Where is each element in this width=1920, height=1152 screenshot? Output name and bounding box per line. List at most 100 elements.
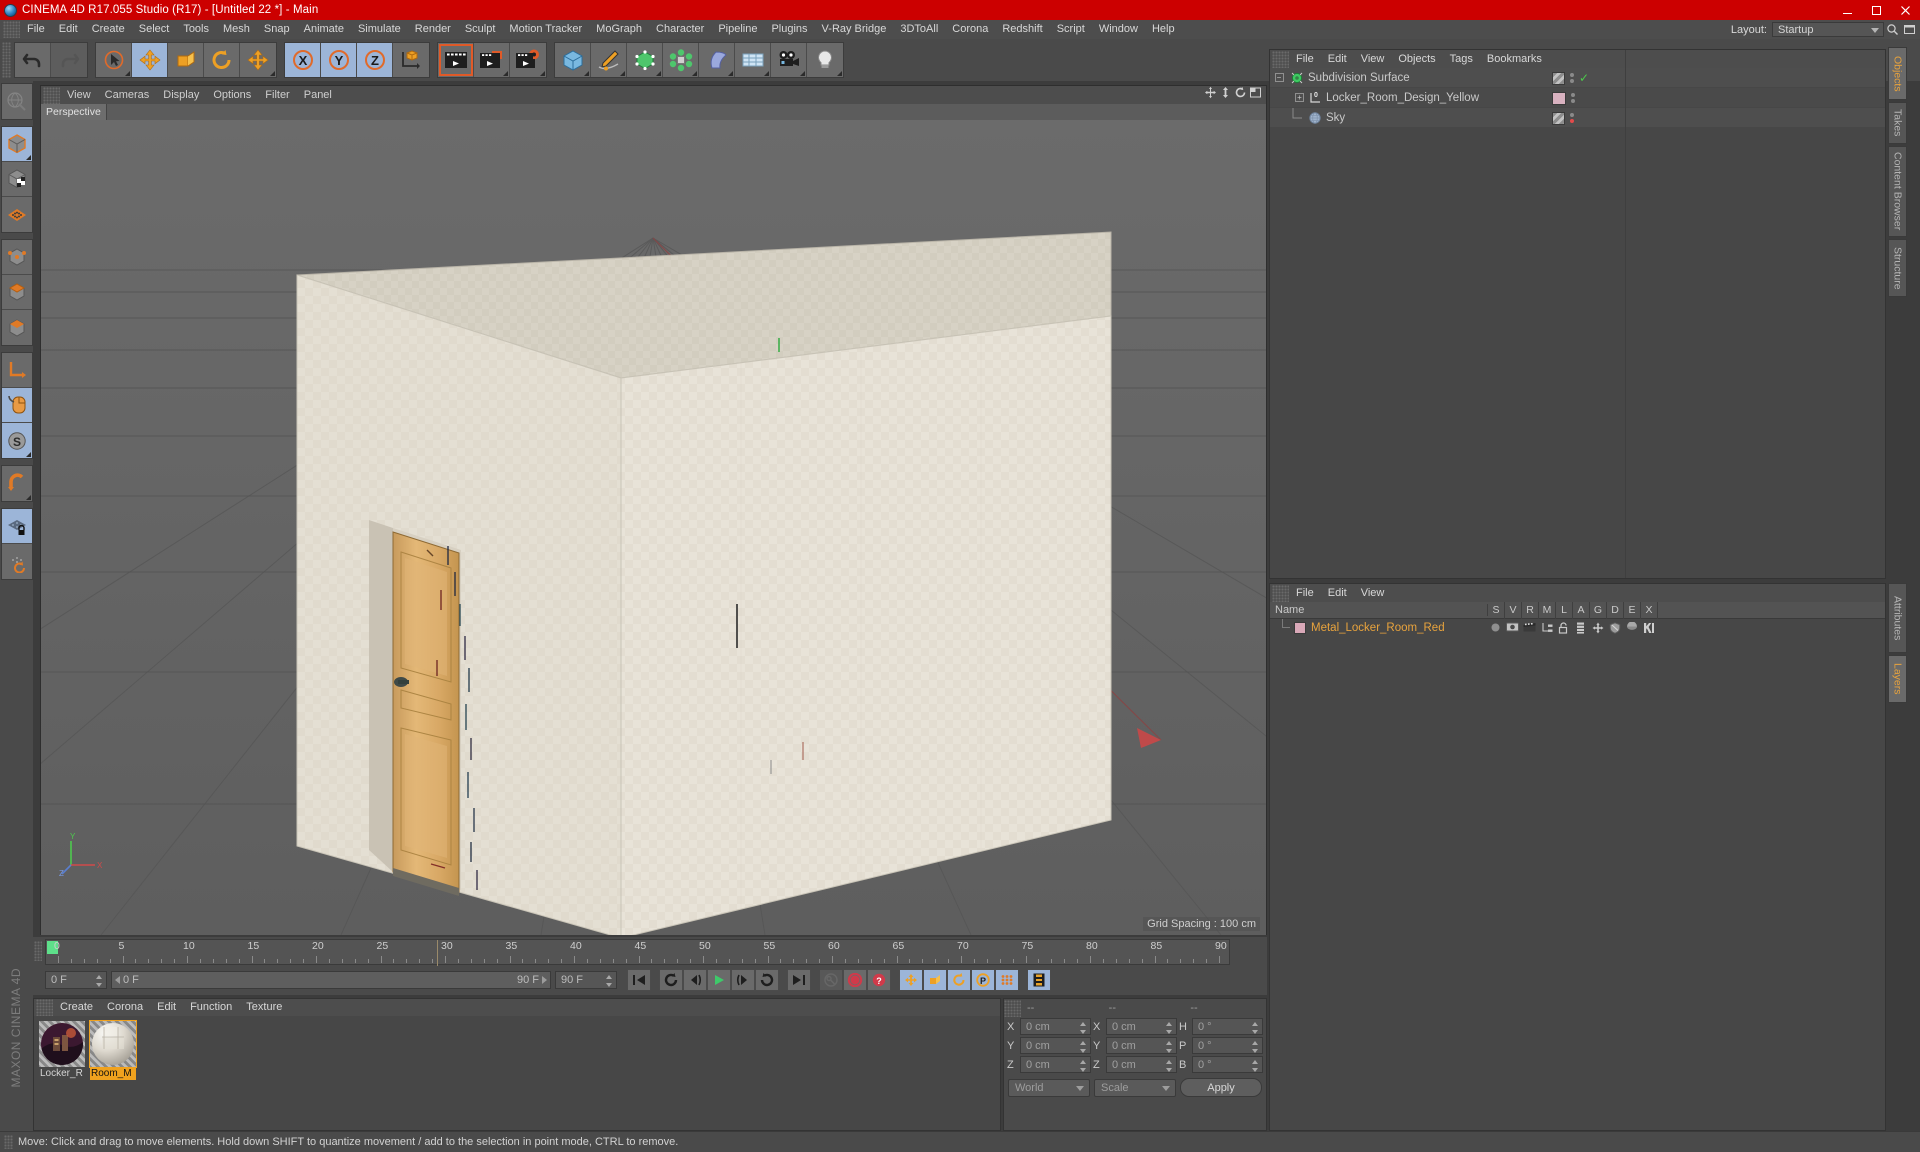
- menu-script[interactable]: Script: [1050, 21, 1092, 38]
- expand-icon[interactable]: +: [1295, 93, 1304, 102]
- menu-select[interactable]: Select: [132, 21, 177, 38]
- key-pointlevel-button[interactable]: [995, 968, 1019, 991]
- viewport-solo-button[interactable]: [1, 388, 32, 423]
- autokey-button[interactable]: [819, 968, 843, 991]
- column-header-x[interactable]: X: [1641, 601, 1658, 619]
- add-light-button[interactable]: [807, 43, 843, 77]
- minimize-icon[interactable]: [1833, 0, 1862, 20]
- key-scale-button[interactable]: [923, 968, 947, 991]
- column-header-l[interactable]: L: [1556, 601, 1573, 619]
- magnet-button[interactable]: [1, 466, 32, 501]
- object-row-locker-room-design-yellow[interactable]: + 0 Locker_Room_Design_Yellow: [1270, 88, 1885, 108]
- column-header-v[interactable]: V: [1505, 601, 1522, 619]
- go-to-end-button[interactable]: [787, 968, 811, 991]
- object-tag-area[interactable]: ✓: [1552, 68, 1589, 88]
- matman-menu-corona[interactable]: Corona: [100, 1000, 150, 1015]
- menu-snap[interactable]: Snap: [257, 21, 297, 38]
- tab-objects[interactable]: Objects: [1888, 47, 1907, 100]
- expander-cell[interactable]: −: [1270, 73, 1288, 82]
- expander-cell[interactable]: +: [1270, 93, 1306, 102]
- close-icon[interactable]: [1891, 0, 1920, 20]
- size-y-input[interactable]: 0 cm: [1106, 1037, 1177, 1054]
- model-mode-button[interactable]: [1, 127, 32, 162]
- size-y-stepper[interactable]: [1166, 1041, 1173, 1053]
- material-color-chip[interactable]: [1552, 91, 1566, 105]
- key-position-button[interactable]: [899, 968, 923, 991]
- texture-tag-icon[interactable]: [1552, 111, 1565, 125]
- column-header-m[interactable]: M: [1539, 601, 1556, 619]
- lock-z-button[interactable]: Z: [357, 43, 393, 77]
- undo-button[interactable]: [15, 43, 51, 77]
- pos-y-input[interactable]: 0 cm: [1020, 1037, 1091, 1054]
- clapper-icon[interactable]: [1522, 621, 1537, 635]
- play-forwards-button[interactable]: [755, 968, 779, 991]
- pos-x-input[interactable]: 0 cm: [1020, 1018, 1091, 1035]
- object-visibility-dots[interactable]: [1568, 73, 1576, 83]
- lock-x-button[interactable]: X: [285, 43, 321, 77]
- menu-3dtoall[interactable]: 3DToAll: [893, 21, 945, 38]
- size-x-input[interactable]: 0 cm: [1106, 1018, 1177, 1035]
- column-header-a[interactable]: A: [1573, 601, 1590, 619]
- rot-p-input[interactable]: 0 °: [1192, 1037, 1263, 1054]
- layer-row-name-cell[interactable]: Metal_Locker_Room_Red: [1270, 619, 1488, 636]
- layers-icon[interactable]: [1573, 621, 1588, 635]
- pos-y-stepper[interactable]: [1080, 1041, 1087, 1053]
- add-environment-button[interactable]: [735, 43, 771, 77]
- objman-menu-tags[interactable]: Tags: [1443, 52, 1480, 67]
- range-end-arrow-icon[interactable]: [542, 975, 547, 984]
- menu-create[interactable]: Create: [85, 21, 132, 38]
- menu-redshift[interactable]: Redshift: [995, 21, 1049, 38]
- menu-simulate[interactable]: Simulate: [351, 21, 408, 38]
- material-chip-locker[interactable]: Locker_R: [39, 1021, 85, 1125]
- menu-render[interactable]: Render: [408, 21, 458, 38]
- add-camera-button[interactable]: [771, 43, 807, 77]
- object-visibility-dots[interactable]: [1568, 113, 1576, 123]
- workplane-rotate-button[interactable]: [1, 544, 32, 579]
- pos-x-stepper[interactable]: [1080, 1022, 1087, 1034]
- menu-sculpt[interactable]: Sculpt: [458, 21, 503, 38]
- world-object-coordinate-button[interactable]: [393, 43, 429, 77]
- matman-menu-create[interactable]: Create: [53, 1000, 100, 1015]
- menu-mesh[interactable]: Mesh: [216, 21, 257, 38]
- tab-takes[interactable]: Takes: [1888, 101, 1907, 144]
- scale-tool-button[interactable]: [168, 43, 204, 77]
- sphere-icon[interactable]: [1488, 621, 1503, 635]
- object-tree[interactable]: − Subdivision Surface ✓ + 0 Locker_Room_…: [1270, 68, 1885, 128]
- texture-mode-button[interactable]: [1, 162, 32, 197]
- menu-window[interactable]: Window: [1092, 21, 1145, 38]
- previous-frame-button[interactable]: [683, 968, 707, 991]
- column-header-e[interactable]: E: [1624, 601, 1641, 619]
- move-tool-button[interactable]: [132, 43, 168, 77]
- mograph-icon[interactable]: [1641, 621, 1656, 635]
- make-editable-button[interactable]: [1, 84, 32, 119]
- texture-tag-icon[interactable]: [1552, 71, 1565, 85]
- menu-corona[interactable]: Corona: [945, 21, 995, 38]
- material-chip-room-metal[interactable]: Room_M: [89, 1020, 137, 1125]
- menu-edit[interactable]: Edit: [52, 21, 85, 38]
- current-frame-stepper[interactable]: [96, 974, 103, 987]
- timeline-ruler[interactable]: 0 5 10 15 20 25 30 35 40 45 50 55 60 65 70 75 80 85 90: [45, 939, 1230, 966]
- key-rotation-button[interactable]: [947, 968, 971, 991]
- redo-button[interactable]: [51, 43, 87, 77]
- shield-icon[interactable]: [1607, 621, 1622, 635]
- add-spline-button[interactable]: [591, 43, 627, 77]
- menu-help[interactable]: Help: [1145, 21, 1182, 38]
- play-backwards-button[interactable]: [659, 968, 683, 991]
- lock-workplane-button[interactable]: [1, 509, 32, 544]
- rot-p-stepper[interactable]: [1252, 1041, 1259, 1053]
- search-icon[interactable]: [1884, 21, 1901, 38]
- matman-menu-texture[interactable]: Texture: [239, 1000, 289, 1015]
- tab-content-browser[interactable]: Content Browser: [1888, 145, 1907, 238]
- range-start-arrow-icon[interactable]: [115, 975, 120, 984]
- tab-structure[interactable]: Structure: [1888, 239, 1907, 297]
- layerman-menu-file[interactable]: File: [1289, 586, 1321, 601]
- matman-menu-function[interactable]: Function: [183, 1000, 239, 1015]
- timeline-view-button[interactable]: [1027, 968, 1051, 991]
- tab-attributes[interactable]: Attributes: [1888, 583, 1907, 653]
- objman-menu-bookmarks[interactable]: Bookmarks: [1480, 52, 1549, 67]
- objman-menu-view[interactable]: View: [1354, 52, 1392, 67]
- viewport-canvas[interactable]: Y X Z Grid Spacing : 100 cm: [41, 120, 1266, 935]
- pos-z-input[interactable]: 0 cm: [1020, 1056, 1091, 1073]
- polygon-mode-button[interactable]: [1, 310, 32, 345]
- object-tag-area[interactable]: [1552, 88, 1577, 108]
